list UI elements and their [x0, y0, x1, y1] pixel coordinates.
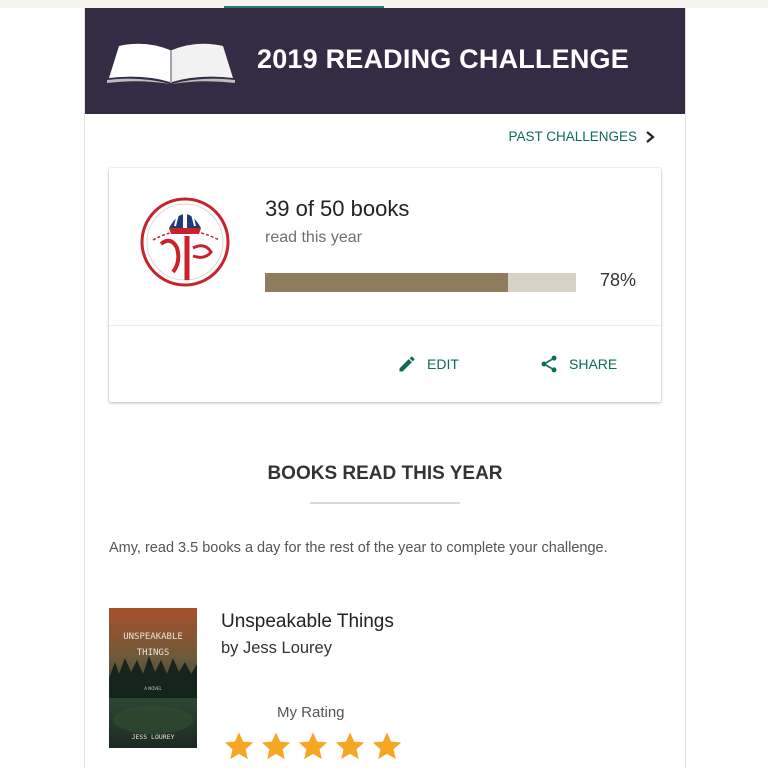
cover-author: JESS LOUREY [131, 733, 174, 741]
page-title: 2019 READING CHALLENGE [257, 44, 629, 74]
challenge-pace-message: Amy, read 3.5 books a day for the rest o… [109, 540, 608, 556]
challenge-progress-bar [265, 273, 576, 292]
book-title[interactable]: Unspeakable Things [221, 611, 394, 633]
edit-challenge-button[interactable]: EDIT [397, 354, 459, 374]
chevron-right-icon [646, 130, 655, 143]
challenge-progress-fill [265, 273, 508, 292]
cover-title-line1: UNSPEAKABLE [123, 632, 183, 642]
share-icon [541, 355, 557, 373]
star-icon[interactable] [297, 730, 329, 762]
books-read-section-title: BOOKS READ THIS YEAR [267, 463, 503, 484]
star-icon[interactable] [334, 730, 366, 762]
section-divider [310, 502, 460, 504]
my-rating-label: My Rating [277, 704, 345, 721]
cover-subtitle: A NOVEL [144, 686, 162, 691]
star-icon[interactable] [371, 730, 403, 762]
share-challenge-button[interactable]: SHARE [539, 354, 617, 374]
open-book-icon [107, 43, 235, 84]
book-author[interactable]: by Jess Lourey [221, 639, 332, 658]
share-label: SHARE [569, 356, 618, 372]
progress-percentage: 78% [600, 270, 637, 290]
past-challenges-label: PAST CHALLENGES [508, 129, 637, 144]
challenge-banner: 2019 READING CHALLENGE [85, 8, 685, 114]
books-read-subtitle: read this year [265, 229, 362, 246]
pencil-icon [399, 356, 415, 372]
challenge-progress-card: 39 of 50 books read this year 78% EDIT S… [109, 168, 661, 402]
edit-label: EDIT [427, 356, 459, 372]
book-cover[interactable]: UNSPEAKABLE THINGS A NOVEL JESS LOUREY [109, 608, 197, 748]
top-nav-strip [0, 0, 768, 8]
star-icon[interactable] [260, 730, 292, 762]
books-read-count: 39 of 50 books [265, 196, 410, 221]
yankees-logo [140, 197, 230, 287]
star-rating[interactable] [223, 730, 403, 762]
cover-title-line2: THINGS [137, 648, 170, 658]
challenge-page: 2019 READING CHALLENGE PAST CHALLENGES 3… [84, 8, 686, 768]
past-challenges-link[interactable]: PAST CHALLENGES [508, 129, 655, 144]
star-icon[interactable] [223, 730, 255, 762]
card-divider [109, 325, 661, 326]
